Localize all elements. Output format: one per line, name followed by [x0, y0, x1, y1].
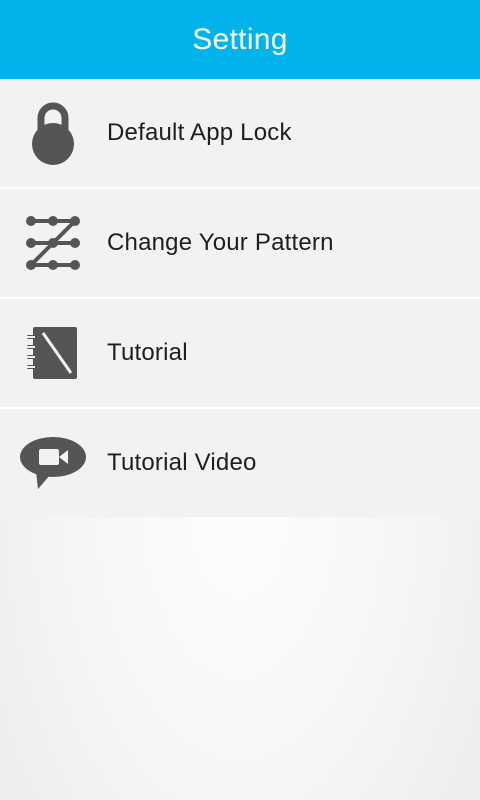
menu-item-label: Tutorial Video: [107, 449, 257, 476]
menu-item-label: Change Your Pattern: [107, 229, 334, 256]
notebook-icon: [18, 318, 88, 388]
app-header: Setting: [0, 0, 480, 79]
page-title: Setting: [192, 22, 288, 56]
menu-item-label: Tutorial: [107, 339, 188, 366]
pattern-grid-icon: [18, 208, 88, 278]
menu-item-change-pattern[interactable]: Change Your Pattern: [0, 189, 480, 299]
menu-item-tutorial[interactable]: Tutorial: [0, 299, 480, 409]
settings-menu: Default App Lock Change Your Pattern Tut…: [0, 79, 480, 517]
padlock-icon: [18, 98, 88, 168]
menu-item-default-app-lock[interactable]: Default App Lock: [0, 79, 480, 189]
video-speech-bubble-icon: [18, 428, 88, 498]
menu-item-label: Default App Lock: [107, 119, 292, 146]
menu-item-tutorial-video[interactable]: Tutorial Video: [0, 409, 480, 517]
